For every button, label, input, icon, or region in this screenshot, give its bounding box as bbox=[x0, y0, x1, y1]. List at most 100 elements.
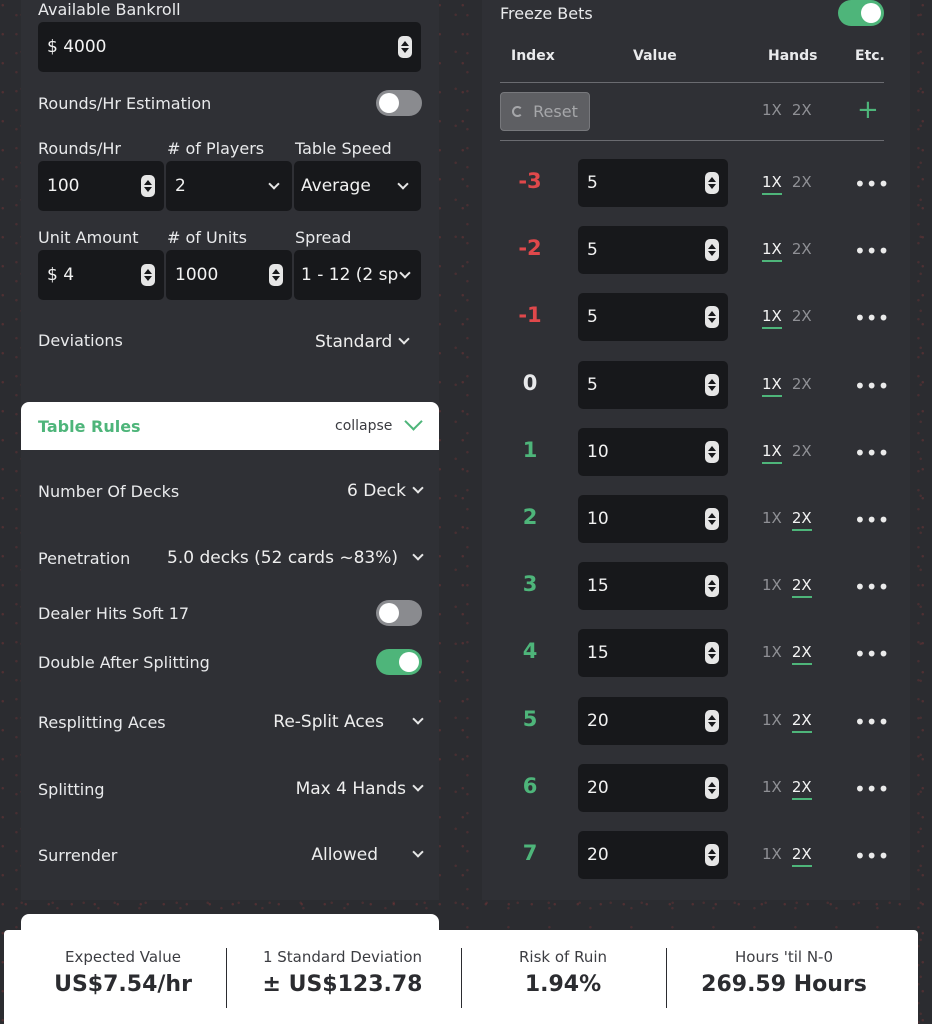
hands-2x-option[interactable]: 2X bbox=[791, 845, 812, 867]
bet-value-input[interactable]: 15 bbox=[578, 562, 728, 610]
hands-2x-option[interactable]: 2X bbox=[791, 576, 812, 598]
chevron-down-icon[interactable] bbox=[404, 412, 423, 431]
spinner-icon[interactable] bbox=[705, 441, 719, 463]
bet-value-input[interactable]: 5 bbox=[578, 226, 728, 274]
more-icon[interactable]: ••• bbox=[854, 577, 889, 597]
table-rules-header[interactable]: Table Rules collapse bbox=[21, 402, 439, 450]
bet-index: -2 bbox=[518, 236, 542, 260]
rule-resplit-aces: Resplitting Aces Re-Split Aces bbox=[38, 707, 424, 737]
bet-hands: 1X 2X bbox=[762, 375, 812, 397]
hands-1x-option[interactable]: 1X bbox=[762, 778, 782, 800]
bankroll-input[interactable]: $ 4000 bbox=[38, 22, 421, 72]
spinner-icon[interactable] bbox=[269, 264, 283, 286]
spread-select[interactable]: 1 - 12 (2 sp bbox=[294, 250, 421, 300]
hands-1x-option[interactable]: 1X bbox=[762, 173, 782, 195]
hands-2x-option[interactable]: 2X bbox=[791, 711, 812, 733]
plus-icon[interactable]: + bbox=[857, 96, 879, 124]
bet-hands: 1X 2X bbox=[762, 711, 812, 733]
hands-2x-option[interactable]: 2X bbox=[792, 101, 812, 121]
bet-value: 5 bbox=[587, 240, 598, 260]
spinner-icon[interactable] bbox=[705, 710, 719, 732]
spinner-icon[interactable] bbox=[141, 264, 155, 286]
spinner-icon[interactable] bbox=[398, 36, 412, 58]
hands-2x-option[interactable]: 2X bbox=[792, 442, 812, 464]
spinner-icon[interactable] bbox=[705, 642, 719, 664]
double-after-split-toggle[interactable] bbox=[376, 649, 422, 675]
hands-all: 1X 2X bbox=[762, 101, 812, 121]
header-value: Value bbox=[633, 48, 677, 64]
bet-value-input[interactable]: 20 bbox=[578, 697, 728, 745]
hands-1x-option[interactable]: 1X bbox=[762, 442, 782, 464]
hands-2x-option[interactable]: 2X bbox=[792, 307, 812, 329]
spinner-icon[interactable] bbox=[705, 239, 719, 261]
players-select[interactable]: 2 bbox=[166, 161, 292, 211]
more-icon[interactable]: ••• bbox=[854, 712, 889, 732]
resplit-aces-select[interactable]: Re-Split Aces bbox=[273, 712, 424, 732]
units-count-input[interactable]: 1000 bbox=[166, 250, 292, 300]
more-icon[interactable]: ••• bbox=[854, 308, 889, 328]
more-icon[interactable]: ••• bbox=[854, 779, 889, 799]
spinner-icon[interactable] bbox=[141, 175, 155, 197]
bet-value-input[interactable]: 5 bbox=[578, 159, 728, 207]
unit-input[interactable]: $ 4 bbox=[38, 250, 164, 300]
rule-decks: Number Of Decks 6 Deck bbox=[38, 476, 424, 506]
hands-1x-option[interactable]: 1X bbox=[762, 643, 782, 665]
hands-2x-option[interactable]: 2X bbox=[792, 240, 812, 262]
more-icon[interactable]: ••• bbox=[854, 510, 889, 530]
bet-value-input[interactable]: 20 bbox=[578, 764, 728, 812]
reset-button[interactable]: Reset bbox=[500, 92, 590, 131]
hands-1x-option[interactable]: 1X bbox=[762, 576, 782, 598]
hands-1x-option[interactable]: 1X bbox=[762, 307, 782, 329]
more-icon[interactable]: ••• bbox=[854, 443, 889, 463]
spread-label: Spread bbox=[295, 228, 352, 247]
bet-value-input[interactable]: 5 bbox=[578, 293, 728, 341]
bet-value-input[interactable]: 10 bbox=[578, 428, 728, 476]
stat-value: ± US$123.78 bbox=[262, 972, 423, 997]
freeze-bets-toggle[interactable] bbox=[838, 0, 884, 26]
more-icon[interactable]: ••• bbox=[854, 174, 889, 194]
rounds-input[interactable]: 100 bbox=[38, 161, 164, 211]
hands-1x-option[interactable]: 1X bbox=[762, 101, 782, 121]
hands-2x-option[interactable]: 2X bbox=[791, 643, 812, 665]
penetration-select[interactable]: 5.0 decks (52 cards ~83%) bbox=[167, 548, 424, 568]
deviations-select[interactable]: Standard bbox=[315, 332, 411, 352]
collapse-label[interactable]: collapse bbox=[335, 418, 392, 434]
spinner-icon[interactable] bbox=[705, 508, 719, 530]
rule-label: Splitting bbox=[38, 779, 105, 799]
bet-value-input[interactable]: 20 bbox=[578, 831, 728, 879]
hands-1x-option[interactable]: 1X bbox=[762, 240, 782, 262]
bet-value-input[interactable]: 5 bbox=[578, 361, 728, 409]
more-icon[interactable]: ••• bbox=[854, 376, 889, 396]
hands-2x-option[interactable]: 2X bbox=[791, 509, 812, 531]
dealer-soft17-toggle[interactable] bbox=[376, 600, 422, 626]
hands-2x-option[interactable]: 2X bbox=[792, 173, 812, 195]
more-icon[interactable]: ••• bbox=[854, 241, 889, 261]
spinner-icon[interactable] bbox=[705, 575, 719, 597]
hands-2x-option[interactable]: 2X bbox=[792, 375, 812, 397]
splitting-select[interactable]: Max 4 Hands bbox=[296, 779, 424, 799]
decks-select[interactable]: 6 Deck bbox=[347, 481, 424, 501]
rounds-estimation-toggle[interactable] bbox=[376, 90, 422, 116]
spinner-icon[interactable] bbox=[705, 172, 719, 194]
spinner-icon[interactable] bbox=[705, 306, 719, 328]
hands-1x-option[interactable]: 1X bbox=[762, 509, 782, 531]
bet-value-input[interactable]: 10 bbox=[578, 495, 728, 543]
header-etc: Etc. bbox=[855, 48, 885, 64]
spinner-icon[interactable] bbox=[705, 374, 719, 396]
hands-1x-option[interactable]: 1X bbox=[762, 711, 782, 733]
bet-value: 20 bbox=[587, 778, 609, 798]
left-panel bbox=[21, 0, 439, 900]
speed-select[interactable]: Average bbox=[294, 161, 421, 211]
surrender-select[interactable]: Allowed bbox=[311, 845, 424, 865]
bet-index: 1 bbox=[522, 438, 538, 462]
hands-1x-option[interactable]: 1X bbox=[762, 845, 782, 867]
more-icon[interactable]: ••• bbox=[854, 644, 889, 664]
spinner-icon[interactable] bbox=[705, 777, 719, 799]
hands-2x-option[interactable]: 2X bbox=[791, 778, 812, 800]
rule-label: Double After Splitting bbox=[38, 652, 210, 672]
more-icon[interactable]: ••• bbox=[854, 846, 889, 866]
spinner-icon[interactable] bbox=[705, 844, 719, 866]
hands-1x-option[interactable]: 1X bbox=[762, 375, 782, 397]
toggle-knob bbox=[379, 93, 399, 113]
bet-value-input[interactable]: 15 bbox=[578, 629, 728, 677]
